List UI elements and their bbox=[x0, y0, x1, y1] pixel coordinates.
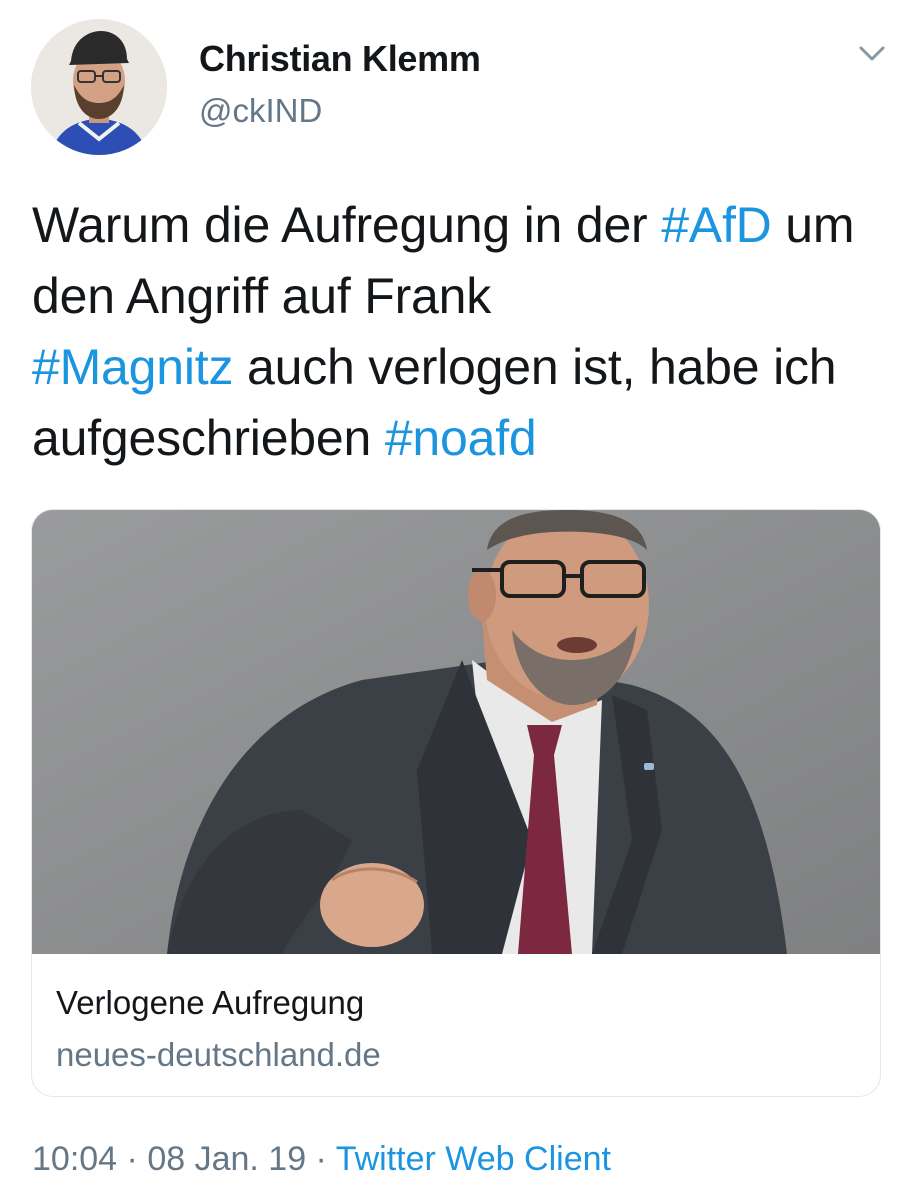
tweet-time[interactable]: 10:04 bbox=[32, 1140, 117, 1178]
author-avatar[interactable] bbox=[31, 19, 167, 155]
tweet-text: Warum die Aufregung in der #AfD um den A… bbox=[32, 190, 892, 474]
hashtag-noafd-link[interactable]: #noafd bbox=[385, 410, 537, 466]
hashtag-afd-link[interactable]: #AfD bbox=[661, 197, 772, 253]
chevron-down-icon bbox=[859, 46, 885, 61]
card-image bbox=[32, 510, 880, 954]
link-preview-card[interactable]: Verlogene Aufregung neues-deutschland.de bbox=[31, 509, 881, 1097]
tweet-source-link[interactable]: Twitter Web Client bbox=[336, 1140, 611, 1178]
tweet-meta: 10:04 · 08 Jan. 19 · Twitter Web Client bbox=[32, 1140, 611, 1179]
meta-separator: · bbox=[306, 1140, 336, 1178]
speaker-photo-icon bbox=[32, 510, 880, 954]
hashtag-magnitz-link[interactable]: #Magnitz bbox=[32, 339, 233, 395]
avatar-photo-icon bbox=[31, 19, 167, 155]
author-handle[interactable]: @ckIND bbox=[199, 92, 322, 130]
author-display-name[interactable]: Christian Klemm bbox=[199, 38, 481, 80]
tweet-menu-button[interactable] bbox=[852, 40, 892, 68]
card-title: Verlogene Aufregung bbox=[56, 984, 365, 1021]
tweet-text-segment: Warum die Aufregung in der bbox=[32, 197, 662, 253]
tweet-view: Christian Klemm @ckIND Warum die Aufregu… bbox=[0, 0, 913, 1200]
meta-separator: · bbox=[117, 1140, 148, 1178]
card-domain: neues-deutschland.de bbox=[56, 1036, 381, 1073]
tweet-date[interactable]: 08 Jan. 19 bbox=[147, 1140, 306, 1178]
